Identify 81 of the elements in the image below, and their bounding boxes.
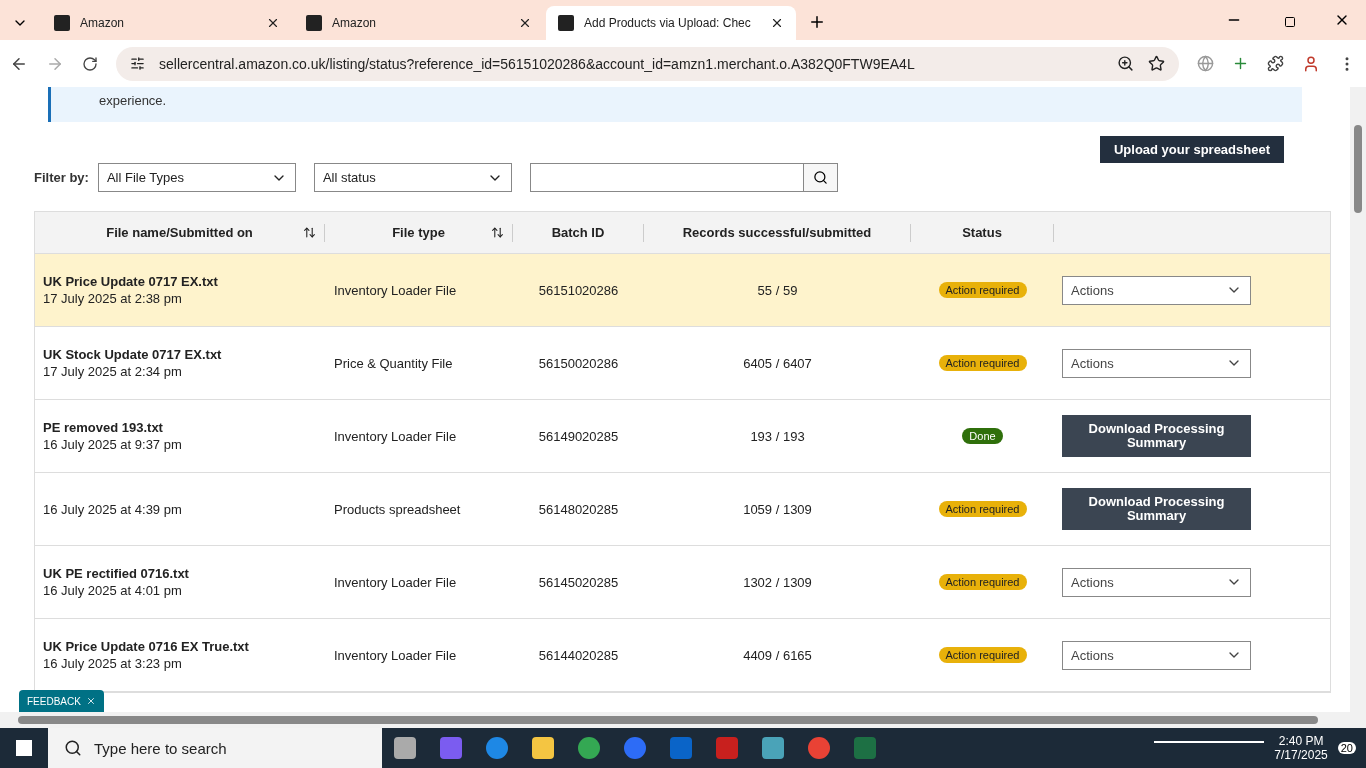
new-tab-icon[interactable] xyxy=(808,13,826,31)
close-icon[interactable] xyxy=(266,16,280,30)
table-cell-text: Inventory Loader File xyxy=(333,428,458,444)
table-cell-text: Products spreadsheet xyxy=(333,501,462,517)
status-badge: Action required xyxy=(938,501,1027,517)
actions-dropdown[interactable]: Actions xyxy=(1062,640,1251,670)
filter-label: Filter by: xyxy=(34,170,89,185)
upload-button[interactable]: Upload your spreadsheet xyxy=(1099,136,1284,163)
table-row[interactable]: UK Price Update 0717 EX.txt 17 July 2025 at 2:38 pm Inventory Loader File 56151020286 55 / 59 Action required Actions xyxy=(35,254,1330,327)
table-cell-text: Inventory Loader File xyxy=(333,574,458,590)
status-dropdown[interactable]: All status xyxy=(313,163,512,192)
clock[interactable]: 2:40 PM 7/17/2025 xyxy=(1274,734,1328,762)
file-name: UK Price Update 0716 EX True.txt xyxy=(43,639,250,654)
search-icon xyxy=(64,739,82,757)
submitted-date: 17 July 2025 at 2:34 pm xyxy=(43,364,183,379)
download-button[interactable]: Download Processing Summary xyxy=(1062,488,1251,530)
column-header[interactable]: Status xyxy=(962,225,1002,240)
file-name: UK Price Update 0717 EX.txt xyxy=(43,274,219,289)
feedback-button[interactable]: FEEDBACK xyxy=(19,690,104,712)
notification-badge[interactable]: 20 xyxy=(1337,742,1356,754)
table-cell-text: 56149020285 xyxy=(537,428,620,444)
file-name: UK PE rectified 0716.txt xyxy=(43,566,190,581)
column-header[interactable]: Records successful/submitted xyxy=(682,225,872,240)
sort-icon[interactable] xyxy=(303,226,316,239)
bookmark-star-icon[interactable] xyxy=(1148,55,1165,72)
close-icon[interactable] xyxy=(518,16,532,30)
horizontal-scrollbar[interactable] xyxy=(0,712,1366,728)
table-cell-text: 56144020285 xyxy=(537,647,620,663)
submitted-date: 16 July 2025 at 9:37 pm xyxy=(43,437,183,452)
browser-tab[interactable]: Add Products via Upload: Chec xyxy=(546,6,796,40)
browser-tab[interactable]: Amazon xyxy=(294,6,544,40)
table-cell-text: 55 / 59 xyxy=(756,282,799,298)
submitted-date: 16 July 2025 at 4:39 pm xyxy=(43,501,183,517)
column-header[interactable]: Batch ID xyxy=(551,225,605,240)
close-icon[interactable] xyxy=(770,16,784,30)
taskbar-search-field[interactable]: Type here to search xyxy=(48,728,382,768)
table-cell-text: 1059 / 1309 xyxy=(742,501,813,517)
table-cell-text: 56151020286 xyxy=(537,282,620,298)
download-button[interactable]: Download Processing Summary xyxy=(1062,415,1251,457)
vertical-scrollbar[interactable] xyxy=(1350,87,1366,712)
table-cell-text: 56148020285 xyxy=(537,501,620,517)
banner-text: experience. xyxy=(99,93,167,108)
zoom-icon[interactable] xyxy=(1117,55,1134,72)
address-bar[interactable]: sellercentral.amazon.co.uk/listing/status?reference_id=56151020286&account_id=amzn1.merchant.o.A382Q0FTW9EA4L xyxy=(116,46,1179,81)
reload-icon[interactable] xyxy=(82,55,98,72)
table-cell-text: Inventory Loader File xyxy=(333,282,458,298)
search-field[interactable] xyxy=(529,163,804,192)
file-name: PE removed 193.txt xyxy=(43,420,164,435)
actions-dropdown[interactable]: Actions xyxy=(1062,275,1251,305)
status-badge: Action required xyxy=(938,355,1027,371)
browser-tab[interactable]: Amazon xyxy=(42,6,292,40)
file-name: UK Stock Update 0717 EX.txt xyxy=(43,347,223,362)
search-button[interactable] xyxy=(803,163,838,192)
file-type-dropdown[interactable]: All File Types xyxy=(97,163,296,192)
table-cell-text: 56145020285 xyxy=(537,574,620,590)
plus-icon[interactable] xyxy=(1232,55,1249,72)
submitted-date: 17 July 2025 at 2:38 pm xyxy=(43,291,183,306)
table-cell-text: Inventory Loader File xyxy=(333,647,458,663)
submitted-date: 16 July 2025 at 4:01 pm xyxy=(43,583,183,598)
search-icon xyxy=(812,170,828,185)
status-badge: Action required xyxy=(938,574,1027,590)
sort-icon[interactable] xyxy=(491,226,504,239)
column-header[interactable]: File type xyxy=(392,225,445,240)
table-cell-text: 4409 / 6165 xyxy=(742,647,813,663)
table-cell-text: 1302 / 1309 xyxy=(742,574,813,590)
table-cell-text: 56150020286 xyxy=(537,355,620,371)
actions-dropdown[interactable]: Actions xyxy=(1062,348,1251,378)
site-info-icon[interactable] xyxy=(130,56,145,71)
table-cell-text: Price & Quantity File xyxy=(333,355,454,371)
status-badge: Action required xyxy=(938,647,1027,663)
extensions-icon[interactable] xyxy=(1267,55,1284,72)
actions-dropdown[interactable]: Actions xyxy=(1062,567,1251,597)
column-header[interactable]: File name/Submitted on xyxy=(106,225,253,240)
status-badge: Done xyxy=(962,428,1003,444)
table-cell-text: 6405 / 6407 xyxy=(742,355,813,371)
status-badge: Action required xyxy=(938,282,1027,298)
submitted-date: 16 July 2025 at 3:23 pm xyxy=(43,656,183,671)
restore-icon[interactable] xyxy=(1284,16,1296,28)
globe-icon[interactable] xyxy=(1197,55,1214,72)
table-cell-text: 193 / 193 xyxy=(749,428,806,444)
profile-icon[interactable] xyxy=(1302,54,1320,73)
